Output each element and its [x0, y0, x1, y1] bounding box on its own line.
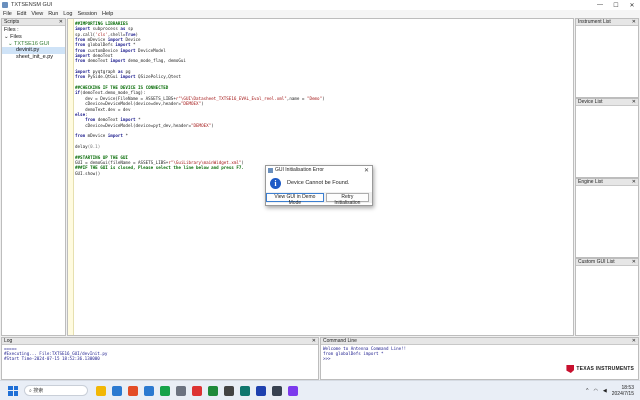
taskbar-app-icon[interactable]: [160, 385, 170, 396]
instrument-list-panel: Instrument List ✕: [575, 18, 639, 98]
device-list-panel: Device List ✕: [575, 98, 639, 178]
dialog-title-bar: GUI Initialisation Error ✕: [266, 166, 372, 174]
chevron-up-icon[interactable]: ^: [586, 388, 588, 394]
pin-icon[interactable]: ✕: [632, 259, 636, 265]
menu-view[interactable]: View: [31, 11, 43, 17]
taskbar-app-icon[interactable]: [288, 385, 298, 396]
custom-gui-list-title: Custom GUI List: [578, 259, 615, 265]
app-window: TXTSENSM GUI — ☐ ✕ File Edit View Run Lo…: [0, 0, 640, 380]
menu-log[interactable]: Log: [63, 11, 72, 17]
system-tray: ^ ◠ ◀ 18:53 2024/7/15: [586, 385, 634, 397]
pin-icon[interactable]: ✕: [632, 19, 636, 25]
code-content[interactable]: ##IMPORTING LIBRARIES import subprocess a…: [75, 21, 325, 176]
device-list-title: Device List: [578, 99, 603, 105]
retry-initialisation-button[interactable]: Retry Initialisation: [325, 193, 369, 206]
log-line: #Start Time-2024-07-15 18:52:36.130000: [4, 356, 100, 362]
dialog-title: GUI Initialisation Error: [275, 167, 324, 173]
log-output[interactable]: ===== #Executing... File:TXTSE16_GUI/devI…: [2, 345, 318, 363]
dialog-message: Device Cannot be Found.: [287, 180, 350, 186]
taskbar-app-icon[interactable]: [96, 385, 106, 396]
volume-icon[interactable]: ◀: [603, 388, 607, 394]
info-icon: i: [270, 177, 281, 189]
chevron-down-icon[interactable]: ⌄: [8, 41, 13, 47]
wifi-icon[interactable]: ◠: [594, 388, 598, 394]
log-panel: Log ✕ ===== #Executing... File:TXTSE16_GUI…: [1, 337, 319, 380]
app-icon: [2, 2, 8, 8]
error-dialog: GUI Initialisation Error ✕ i Device Cann…: [265, 165, 373, 206]
taskbar-app-icon[interactable]: [192, 385, 202, 396]
menu-run[interactable]: Run: [48, 11, 58, 17]
search-placeholder: 搜索: [33, 388, 44, 394]
scripts-panel-title: Scripts: [4, 19, 20, 25]
engine-list-panel: Engine List ✕: [575, 178, 639, 258]
scripts-panel: Scripts ✕ Files : ⌄ Files ⌄ TXTSE16 GUI …: [1, 18, 66, 336]
menu-session[interactable]: Session: [77, 11, 97, 17]
pin-icon[interactable]: ✕: [632, 179, 636, 185]
view-demo-mode-button[interactable]: View GUI in Demo Mode: [266, 193, 324, 206]
menu-edit[interactable]: Edit: [17, 11, 26, 17]
tree-item-sheet-init[interactable]: sheet_init_e.py: [2, 54, 65, 61]
file-tree: ⌄ Files ⌄ TXTSE16 GUI devinit.py sheet_i…: [2, 34, 65, 60]
taskbar-app-icon[interactable]: [176, 385, 186, 396]
menu-file[interactable]: File: [3, 11, 12, 17]
windows-start-icon[interactable]: [8, 385, 18, 396]
cmd-prompt: >>>: [323, 356, 331, 362]
menu-bar: File Edit View Run Log Session Help: [0, 10, 640, 18]
clock-date: 2024/7/15: [611, 390, 634, 397]
dialog-close-button[interactable]: ✕: [364, 167, 369, 174]
editor-gutter: [68, 19, 74, 335]
pin-icon[interactable]: ✕: [312, 338, 316, 344]
taskbar-app-icon[interactable]: [240, 385, 250, 396]
close-button[interactable]: ✕: [624, 0, 640, 10]
command-line-title: Command Line: [323, 338, 357, 344]
title-bar: TXTSENSM GUI — ☐ ✕: [0, 0, 640, 10]
ti-logo-icon: [566, 365, 575, 373]
taskbar-app-icon[interactable]: [272, 385, 282, 396]
command-line-panel: Command Line ✕ Welcome to Antenna Command…: [320, 337, 639, 380]
maximize-button[interactable]: ☐: [608, 0, 624, 10]
window-title: TXTSENSM GUI: [11, 2, 53, 8]
taskbar-search[interactable]: ⌕ 搜索: [24, 385, 88, 396]
brand-name: TEXAS INSTRUMENTS: [576, 366, 634, 372]
pin-icon[interactable]: ✕: [632, 99, 636, 105]
minimize-button[interactable]: —: [592, 0, 608, 10]
clock[interactable]: 18:53 2024/7/15: [612, 385, 634, 397]
taskbar-app-icon[interactable]: [112, 385, 122, 396]
taskbar-app-icon[interactable]: [128, 385, 138, 396]
taskbar-app-icon[interactable]: [208, 385, 218, 396]
menu-help[interactable]: Help: [102, 11, 113, 17]
pin-icon[interactable]: ✕: [632, 338, 636, 344]
taskbar-apps: [96, 385, 298, 396]
taskbar-app-icon[interactable]: [224, 385, 234, 396]
files-label: Files :: [4, 27, 19, 33]
instrument-list-title: Instrument List: [578, 19, 611, 25]
ti-logo: TEXAS INSTRUMENTS: [566, 365, 634, 373]
taskbar-app-icon[interactable]: [144, 385, 154, 396]
chevron-down-icon[interactable]: ⌄: [4, 34, 9, 40]
custom-gui-list-panel: Custom GUI List ✕: [575, 258, 639, 336]
command-line-input[interactable]: Welcome to Antenna Command Line!! from gl…: [321, 345, 638, 363]
log-panel-title: Log: [4, 338, 13, 344]
taskbar: ⌕ 搜索 ^ ◠ ◀ 18:53 2024/7/15: [0, 380, 640, 400]
taskbar-app-icon[interactable]: [256, 385, 266, 396]
dialog-app-icon: [268, 167, 273, 173]
pin-icon[interactable]: ✕: [59, 19, 63, 25]
scripts-panel-header: Scripts ✕: [2, 19, 65, 26]
engine-list-title: Engine List: [578, 179, 603, 185]
search-icon: ⌕: [29, 387, 32, 394]
right-panels: Instrument List ✕ Device List ✕ Engine Lis…: [575, 18, 639, 336]
